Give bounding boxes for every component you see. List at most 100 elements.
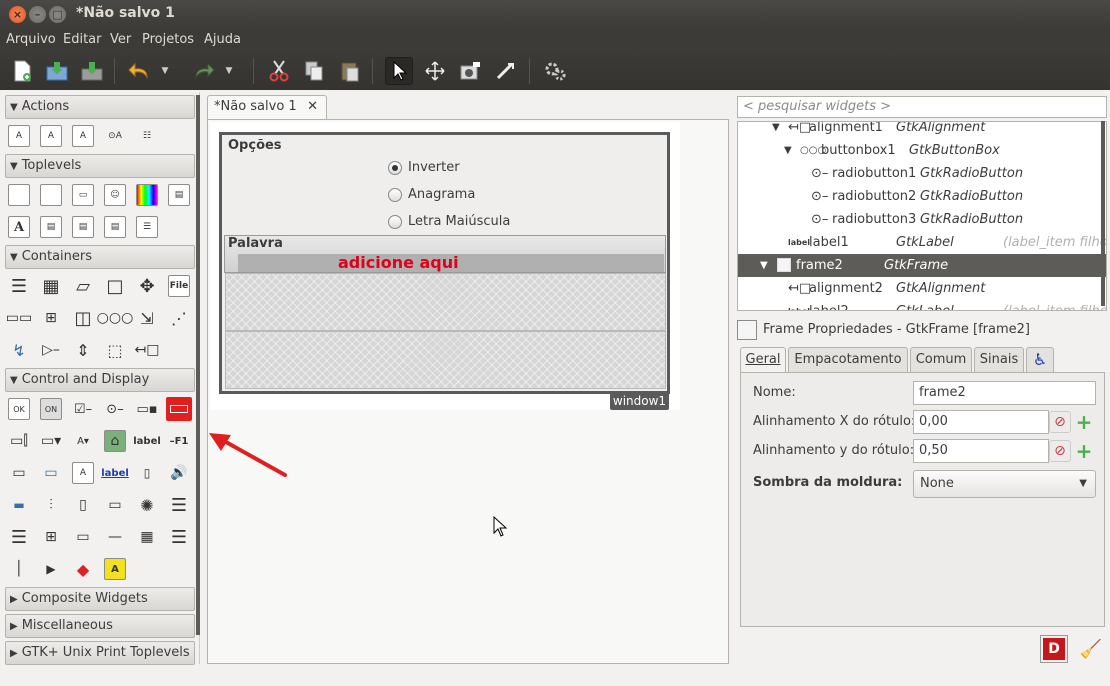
tree-row[interactable]: ⊙– radiobutton3 GtkRadioButton (738, 208, 1106, 231)
layout-icon[interactable]: ⇲ (136, 307, 158, 329)
radio-action-icon[interactable]: A (72, 125, 94, 147)
dialog-icon[interactable]: ▭ (72, 184, 94, 206)
arrow-icon[interactable]: ▶ (40, 558, 62, 580)
assistant-icon[interactable]: ☰ (136, 216, 158, 238)
file-chooser-button-icon[interactable]: ▭ (8, 462, 30, 484)
about-dialog-icon[interactable]: ☺ (104, 184, 126, 206)
recent-chooser-dialog-icon[interactable]: ▤ (104, 216, 126, 238)
delete-icon[interactable]: D (1041, 636, 1067, 662)
radio-label-anagrama[interactable]: Anagrama (408, 187, 475, 202)
tree-row[interactable]: label label1 GtkLabel (label_item filho (738, 231, 1106, 254)
spinner-icon[interactable]: ✺ (136, 494, 158, 516)
tab-document[interactable]: *Não salvo 1 ✕ (207, 95, 327, 120)
file-chooser-dialog-icon[interactable]: ▤ (168, 184, 190, 206)
reset-align-y-icon[interactable]: ⊘ (1049, 440, 1071, 462)
tab-empacotamento[interactable]: Empacotamento (788, 347, 908, 373)
tree-row[interactable]: ▼ ↤□ alignment1 GtkAlignment (738, 122, 1106, 139)
radio-label-letra-maiuscula[interactable]: Letra Maiúscula (408, 214, 510, 229)
offscreen-window-icon[interactable] (40, 184, 62, 206)
undo-dropdown-icon[interactable]: ▼ (158, 57, 172, 85)
tooltip-icon[interactable]: A (104, 558, 126, 580)
palette-group-containers[interactable]: ▼ Containers (5, 245, 195, 269)
menu-arquivo[interactable]: Arquivo (6, 32, 56, 47)
preferences-gear-icon[interactable] (541, 57, 569, 85)
tab-close-icon[interactable]: ✕ (307, 96, 318, 118)
redo-icon[interactable] (190, 57, 218, 85)
print-icon[interactable]: ☰ (168, 526, 190, 548)
palette-group-toplevels[interactable]: ▼ Toplevels (5, 154, 195, 178)
text-view-icon[interactable]: ☰ (168, 494, 190, 516)
spin-button-icon[interactable]: ▭▪ (136, 398, 158, 420)
notebook-icon[interactable]: ▱ (72, 275, 94, 297)
menu-ver[interactable]: Ver (110, 32, 131, 47)
drag-resize-icon[interactable] (492, 57, 520, 85)
new-file-icon[interactable] (8, 57, 36, 85)
combo-box-entry-icon[interactable]: ▭⫿ (8, 430, 30, 452)
status-bar-icon[interactable]: ▭ (72, 526, 94, 548)
palette-group-misc[interactable]: ▶ Miscellaneous (5, 614, 195, 638)
vbox-icon[interactable]: ☰ (8, 275, 30, 297)
radio-anagrama[interactable] (388, 188, 402, 202)
vpaned-icon[interactable]: ⇕ (72, 339, 94, 361)
vscrollbar-icon[interactable]: ▯ (72, 494, 94, 516)
hscrollbar-icon[interactable]: ▭ (104, 494, 126, 516)
button-box-icon[interactable]: ○○○ (97, 307, 134, 329)
palette-group-control-display[interactable]: ▼ Control and Display (5, 368, 195, 392)
window-minimize-button[interactable]: – (29, 6, 46, 23)
drawing-area-icon[interactable]: ◆ (72, 558, 94, 580)
tab-accessibility-icon[interactable]: ♿ (1026, 347, 1054, 373)
redo-dropdown-icon[interactable]: ▼ (222, 57, 236, 85)
toggle-action-icon[interactable]: A (40, 125, 62, 147)
icon-view-icon[interactable]: ⊞ (40, 526, 62, 548)
paste-icon[interactable] (336, 57, 364, 85)
input-dialog-icon[interactable]: ▤ (40, 216, 62, 238)
hbox-icon[interactable]: ▭▭ (6, 307, 32, 329)
menu-projetos[interactable]: Projetos (142, 32, 194, 47)
scrolled-window-icon[interactable]: ⋰ (168, 307, 190, 329)
tree-view-icon[interactable]: ☰ (8, 526, 30, 548)
align-x-field[interactable]: 0,00 (913, 410, 1049, 434)
tab-geral[interactable]: Geral (740, 347, 786, 373)
add-align-x-icon[interactable]: + (1073, 410, 1095, 434)
font-button-icon[interactable]: A ▾ (72, 430, 94, 452)
table-icon[interactable]: ▦ (40, 275, 62, 297)
move-icon[interactable] (421, 57, 449, 85)
toolbar-widget-icon[interactable]: ⊞ (40, 307, 62, 329)
frame-widget-icon[interactable] (166, 397, 192, 421)
calendar-icon[interactable]: ▦ (136, 526, 158, 548)
accel-label-icon[interactable]: – F1 (168, 430, 190, 452)
undo-icon[interactable] (125, 57, 153, 85)
viewport-icon[interactable]: ⬚ (104, 339, 126, 361)
event-box-icon[interactable]: ↯ (8, 339, 30, 361)
menu-editar[interactable]: Editar (63, 32, 102, 47)
palette-group-print[interactable]: ▶ GTK+ Unix Print Toplevels (5, 641, 195, 665)
open-file-icon[interactable] (43, 57, 71, 85)
radio-inverter[interactable] (388, 161, 402, 175)
name-field[interactable]: frame2 (913, 381, 1096, 405)
tree-row[interactable]: ▼ ○○○ buttonbox1 GtkButtonBox (738, 139, 1106, 162)
tree-row[interactable]: ⊙– radiobutton1 GtkRadioButton (738, 162, 1106, 185)
hscale-icon[interactable]: ▯ (136, 462, 158, 484)
progress-bar-icon[interactable]: ▬ (8, 494, 30, 516)
expander-icon[interactable]: ▷– (40, 339, 62, 361)
radio-letra-maiuscula[interactable] (388, 215, 402, 229)
action-widget-icon[interactable]: A (8, 125, 30, 147)
empty-placeholder-slot[interactable] (225, 273, 666, 331)
palette-group-actions[interactable]: ▼ Actions (5, 95, 195, 119)
alignment-icon[interactable]: ↤□ (135, 339, 160, 361)
tab-sinais[interactable]: Sinais (974, 347, 1024, 373)
recent-action-icon[interactable]: ⊙ A (104, 125, 126, 147)
radio-label-inverter[interactable]: Inverter (408, 160, 460, 175)
color-selection-dialog-icon[interactable] (136, 184, 158, 206)
reset-align-x-icon[interactable]: ⊘ (1049, 411, 1071, 433)
shadow-select[interactable]: None ▼ (913, 470, 1096, 498)
radio-button-icon[interactable]: ⊙– (104, 398, 126, 420)
hseparator-icon[interactable]: — (104, 526, 126, 548)
entry-icon[interactable]: A (72, 462, 94, 484)
font-selection-dialog-icon[interactable]: A (8, 216, 30, 238)
link-button-icon[interactable]: label (101, 462, 129, 484)
combo-box-icon[interactable]: ▭▾ (40, 430, 62, 452)
align-y-field[interactable]: 0,50 (913, 439, 1049, 463)
frame-label-palavra[interactable]: Palavra (228, 236, 283, 251)
palette-scrollbar[interactable] (196, 95, 200, 635)
